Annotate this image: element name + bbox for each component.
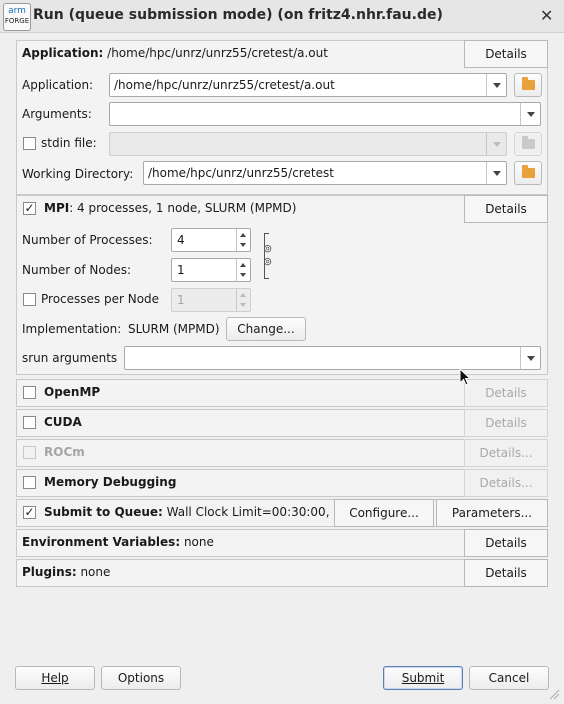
resize-grip-icon[interactable] bbox=[548, 688, 560, 700]
application-header-value: /home/hpc/unrz/unrz55/cretest/a.out bbox=[103, 46, 328, 60]
queue-section-header: Submit to Queue: Wall Clock Limit=00:30:… bbox=[44, 505, 330, 519]
mpi-header-value: : 4 processes, 1 node, SLURM (MPMD) bbox=[69, 201, 297, 215]
chevron-down-icon[interactable] bbox=[520, 347, 540, 369]
environment-variables-header: Environment Variables: none bbox=[22, 535, 214, 549]
application-header-label: Application: bbox=[22, 46, 104, 60]
change-implementation-button[interactable]: Change... bbox=[226, 317, 306, 341]
mouse-cursor-icon bbox=[459, 368, 472, 386]
num-nodes-spinbox[interactable]: 1 bbox=[171, 258, 251, 282]
openmp-label: OpenMP bbox=[44, 385, 101, 399]
link-icon[interactable]: ⊚ ⊚ bbox=[263, 242, 272, 268]
processes-per-node-spinbox[interactable]: 1 bbox=[171, 288, 251, 312]
queue-parameters-button[interactable]: Parameters... bbox=[436, 499, 548, 527]
rocm-label: ROCm bbox=[44, 445, 85, 459]
plugins-details-button[interactable]: Details bbox=[464, 559, 548, 587]
mpi-header-label: MPI bbox=[44, 201, 70, 215]
working-directory-combo[interactable]: /home/hpc/unrz/unrz55/cretest bbox=[143, 161, 507, 185]
cuda-checkbox[interactable] bbox=[23, 416, 36, 429]
folder-icon bbox=[521, 165, 535, 178]
processes-per-node-checkbox[interactable] bbox=[23, 293, 36, 306]
application-details-button[interactable]: Details bbox=[464, 40, 548, 68]
mpi-checkbox[interactable]: ✓ bbox=[23, 202, 36, 215]
plugins-header: Plugins: none bbox=[22, 565, 110, 579]
openmp-checkbox[interactable] bbox=[23, 386, 36, 399]
queue-header-value: Wall Clock Limit=00:30:00, bbox=[162, 505, 330, 519]
openmp-details-button[interactable]: Details bbox=[464, 379, 548, 407]
environment-variables-details-button[interactable]: Details bbox=[464, 529, 548, 557]
working-directory-value: /home/hpc/unrz/unrz55/cretest bbox=[148, 166, 334, 180]
environment-variables-label: Environment Variables: bbox=[22, 535, 181, 549]
num-nodes-stepper[interactable] bbox=[236, 259, 250, 281]
options-button[interactable]: Options bbox=[101, 666, 181, 690]
arguments-combo[interactable] bbox=[109, 102, 541, 126]
num-processes-value: 4 bbox=[177, 233, 185, 247]
srun-arguments-combo[interactable] bbox=[124, 346, 541, 370]
help-button[interactable]: Help bbox=[15, 666, 95, 690]
submit-button[interactable]: Submit bbox=[383, 666, 463, 690]
num-nodes-label: Number of Nodes: bbox=[22, 263, 132, 277]
application-label: Application: bbox=[22, 78, 94, 92]
cuda-details-button[interactable]: Details bbox=[464, 409, 548, 437]
arguments-label: Arguments: bbox=[22, 107, 92, 121]
folder-icon bbox=[521, 77, 535, 90]
working-directory-label: Working Directory: bbox=[22, 167, 134, 181]
logo-text-forge: FORGE bbox=[4, 17, 30, 25]
working-directory-browse-button[interactable] bbox=[514, 161, 542, 185]
memory-debugging-checkbox[interactable] bbox=[23, 476, 36, 489]
application-section-header: Application: /home/hpc/unrz/unrz55/crete… bbox=[22, 46, 328, 60]
application-path-combo[interactable]: /home/hpc/unrz/unrz55/cretest/a.out bbox=[109, 73, 507, 97]
queue-header-label: Submit to Queue: bbox=[44, 505, 163, 519]
mpi-details-button[interactable]: Details bbox=[464, 195, 548, 223]
stdin-browse-button[interactable] bbox=[514, 132, 542, 156]
memory-debugging-details-button[interactable]: Details... bbox=[464, 469, 548, 497]
application-path-value: /home/hpc/unrz/unrz55/cretest/a.out bbox=[114, 78, 335, 92]
processes-per-node-stepper[interactable] bbox=[236, 289, 250, 311]
logo-text-arm: arm bbox=[8, 6, 26, 16]
cuda-label: CUDA bbox=[44, 415, 82, 429]
chevron-down-icon[interactable] bbox=[486, 74, 506, 96]
rocm-checkbox[interactable] bbox=[23, 446, 36, 459]
chevron-down-icon[interactable] bbox=[486, 162, 506, 184]
mpi-section-header: MPI: 4 processes, 1 node, SLURM (MPMD) bbox=[44, 201, 296, 215]
num-nodes-value: 1 bbox=[177, 263, 185, 277]
cancel-button[interactable]: Cancel bbox=[469, 666, 549, 690]
submit-to-queue-checkbox[interactable]: ✓ bbox=[23, 506, 36, 519]
num-processes-label: Number of Processes: bbox=[22, 233, 153, 247]
srun-arguments-label: srun arguments bbox=[22, 351, 118, 365]
processes-per-node-value: 1 bbox=[177, 293, 185, 307]
queue-configure-button[interactable]: Configure... bbox=[334, 499, 434, 527]
plugins-label: Plugins: bbox=[22, 565, 77, 579]
rocm-details-button[interactable]: Details... bbox=[464, 439, 548, 467]
implementation-label: Implementation: bbox=[22, 322, 122, 336]
stdin-combo[interactable] bbox=[109, 132, 507, 156]
environment-variables-value: none bbox=[180, 535, 214, 549]
memory-debugging-label: Memory Debugging bbox=[44, 475, 177, 489]
num-processes-spinbox[interactable]: 4 bbox=[171, 228, 251, 252]
window-title: Run (queue submission mode) (on fritz4.n… bbox=[33, 7, 443, 23]
chevron-down-icon bbox=[486, 133, 506, 155]
close-icon[interactable]: ✕ bbox=[540, 6, 553, 25]
num-processes-stepper[interactable] bbox=[236, 229, 250, 251]
implementation-value: SLURM (MPMD) bbox=[128, 322, 220, 336]
stdin-checkbox[interactable] bbox=[23, 137, 36, 150]
folder-icon bbox=[521, 136, 535, 149]
stdin-label: stdin file: bbox=[41, 136, 97, 150]
application-browse-button[interactable] bbox=[514, 73, 542, 97]
arm-forge-logo: arm FORGE bbox=[3, 3, 31, 31]
chevron-down-icon[interactable] bbox=[520, 103, 540, 125]
plugins-value: none bbox=[76, 565, 111, 579]
processes-per-node-label: Processes per Node bbox=[41, 292, 160, 306]
